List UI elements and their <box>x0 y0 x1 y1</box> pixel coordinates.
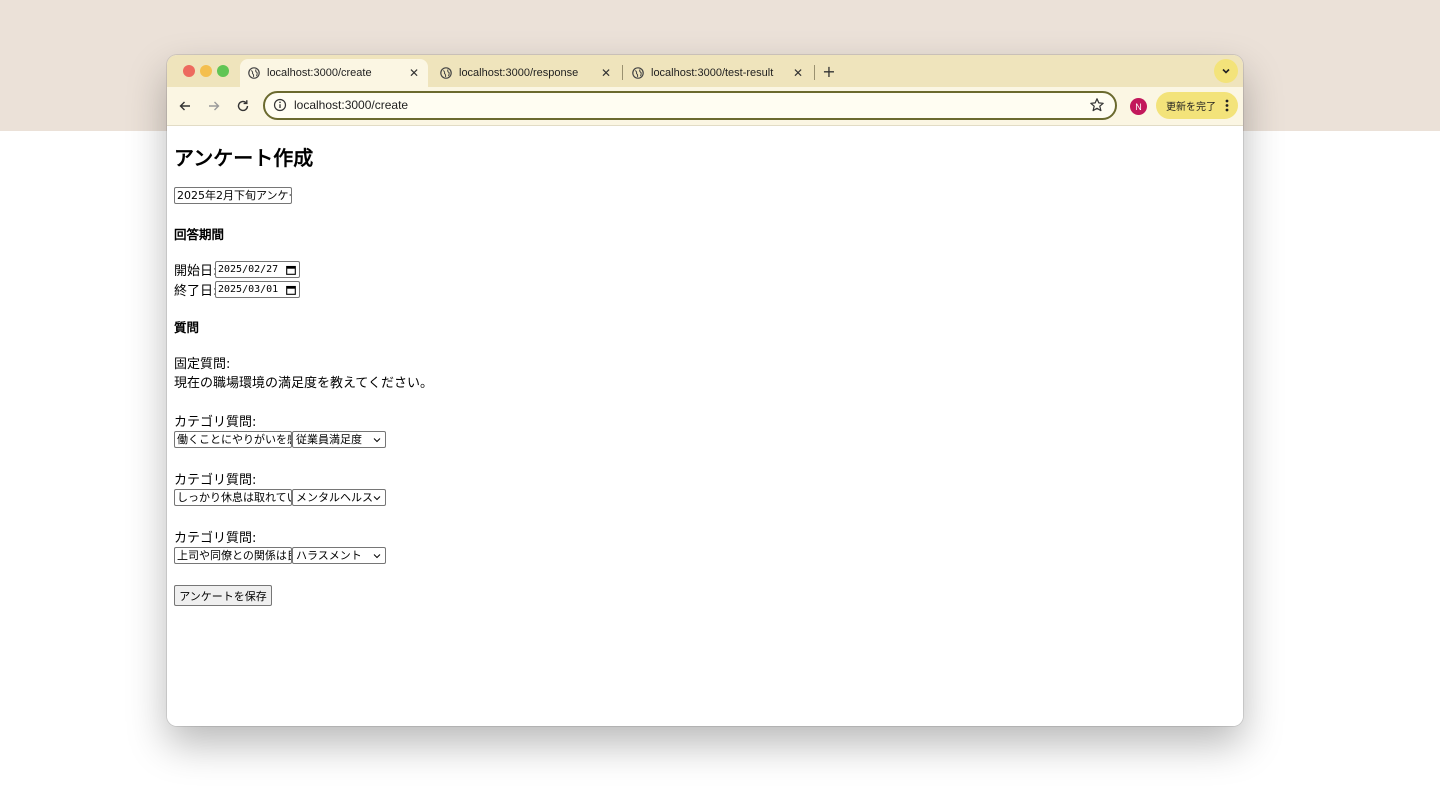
fixed-question-label: 固定質問: <box>174 357 231 372</box>
address-bar[interactable]: localhost:3000/create <box>263 91 1117 120</box>
close-window-button[interactable] <box>183 65 195 77</box>
category-select[interactable]: ハラスメント <box>292 547 386 564</box>
category-question-label: カテゴリ質問: <box>174 415 257 430</box>
category-select[interactable]: メンタルヘルス <box>292 489 386 506</box>
tab-separator <box>814 65 815 80</box>
questions-heading: 質問 <box>174 320 200 335</box>
chevron-down-icon <box>373 438 381 443</box>
forward-button[interactable] <box>204 96 224 116</box>
tab-title: localhost:3000/create <box>267 67 372 79</box>
tab-search-button[interactable] <box>1214 59 1238 83</box>
tab-separator <box>622 65 623 80</box>
calendar-icon[interactable] <box>286 265 296 275</box>
end-date-value: 2025/03/01 <box>218 284 279 295</box>
update-button[interactable]: 更新を完了 <box>1156 92 1238 119</box>
chevron-down-icon <box>1222 68 1230 74</box>
url-text: localhost:3000/create <box>294 98 409 112</box>
category-select-value: ハラスメント <box>296 549 362 562</box>
category-question-label: カテゴリ質問: <box>174 531 257 546</box>
category-select-value: メンタルヘルス <box>296 491 373 504</box>
chevron-down-icon <box>373 554 381 559</box>
category-question-label: カテゴリ質問: <box>174 473 257 488</box>
fixed-question-text: 現在の職場環境の満足度を教えてください。 <box>174 376 433 391</box>
site-info-icon[interactable] <box>273 98 287 112</box>
category-question-input[interactable]: しっかり休息は取れていますか？ <box>174 489 292 506</box>
end-date-input[interactable]: 2025/03/01 <box>215 281 300 298</box>
tab-response[interactable]: localhost:3000/response ✕ <box>432 59 620 87</box>
reload-icon <box>237 100 249 112</box>
close-tab-icon[interactable]: ✕ <box>598 65 614 81</box>
tab-title: localhost:3000/response <box>459 67 579 79</box>
more-vertical-icon <box>1225 99 1229 112</box>
reload-button[interactable] <box>233 96 253 116</box>
tab-strip: localhost:3000/create ✕ localhost:3000/r… <box>167 55 1243 87</box>
survey-title-input[interactable]: 2025年2月下旬アンケート <box>174 187 292 204</box>
page-title: アンケート作成 <box>174 146 314 170</box>
tab-create[interactable]: localhost:3000/create ✕ <box>240 59 428 87</box>
start-date-label: 開始日: <box>174 264 218 279</box>
category-select[interactable]: 従業員満足度 <box>292 431 386 448</box>
browser-window: localhost:3000/create ✕ localhost:3000/r… <box>167 55 1243 726</box>
tab-test-result[interactable]: localhost:3000/test-result ✕ <box>624 59 812 87</box>
end-date-label: 終了日: <box>174 284 218 299</box>
globe-icon <box>632 67 644 79</box>
back-button[interactable] <box>175 96 195 116</box>
start-date-value: 2025/02/27 <box>218 264 279 275</box>
arrow-right-icon <box>209 101 220 111</box>
close-tab-icon[interactable]: ✕ <box>406 65 422 81</box>
new-tab-button[interactable]: + <box>819 61 839 81</box>
category-question-input[interactable]: 働くことにやりがいを感じていますか？ <box>174 431 292 448</box>
category-question-input[interactable]: 上司や同僚との関係は良好ですか？ <box>174 547 292 564</box>
chevron-down-icon <box>373 496 381 501</box>
category-select-value: 従業員満足度 <box>296 433 362 446</box>
browser-toolbar: localhost:3000/create N 更新を完了 <box>167 87 1243 125</box>
period-heading: 回答期間 <box>174 227 225 242</box>
arrow-left-icon <box>179 101 190 111</box>
globe-icon <box>440 67 452 79</box>
close-tab-icon[interactable]: ✕ <box>790 65 806 81</box>
update-button-label: 更新を完了 <box>1166 102 1216 113</box>
bookmark-star-icon[interactable] <box>1089 97 1105 113</box>
profile-avatar[interactable]: N <box>1130 98 1147 115</box>
tab-title: localhost:3000/test-result <box>651 67 774 79</box>
page-content: アンケート作成 2025年2月下旬アンケート 回答期間 開始日: 2025/02… <box>167 126 1243 726</box>
maximize-window-button[interactable] <box>217 65 229 77</box>
calendar-icon[interactable] <box>286 285 296 295</box>
globe-icon <box>248 67 260 79</box>
save-survey-button[interactable]: アンケートを保存 <box>174 585 272 606</box>
start-date-input[interactable]: 2025/02/27 <box>215 261 300 278</box>
minimize-window-button[interactable] <box>200 65 212 77</box>
